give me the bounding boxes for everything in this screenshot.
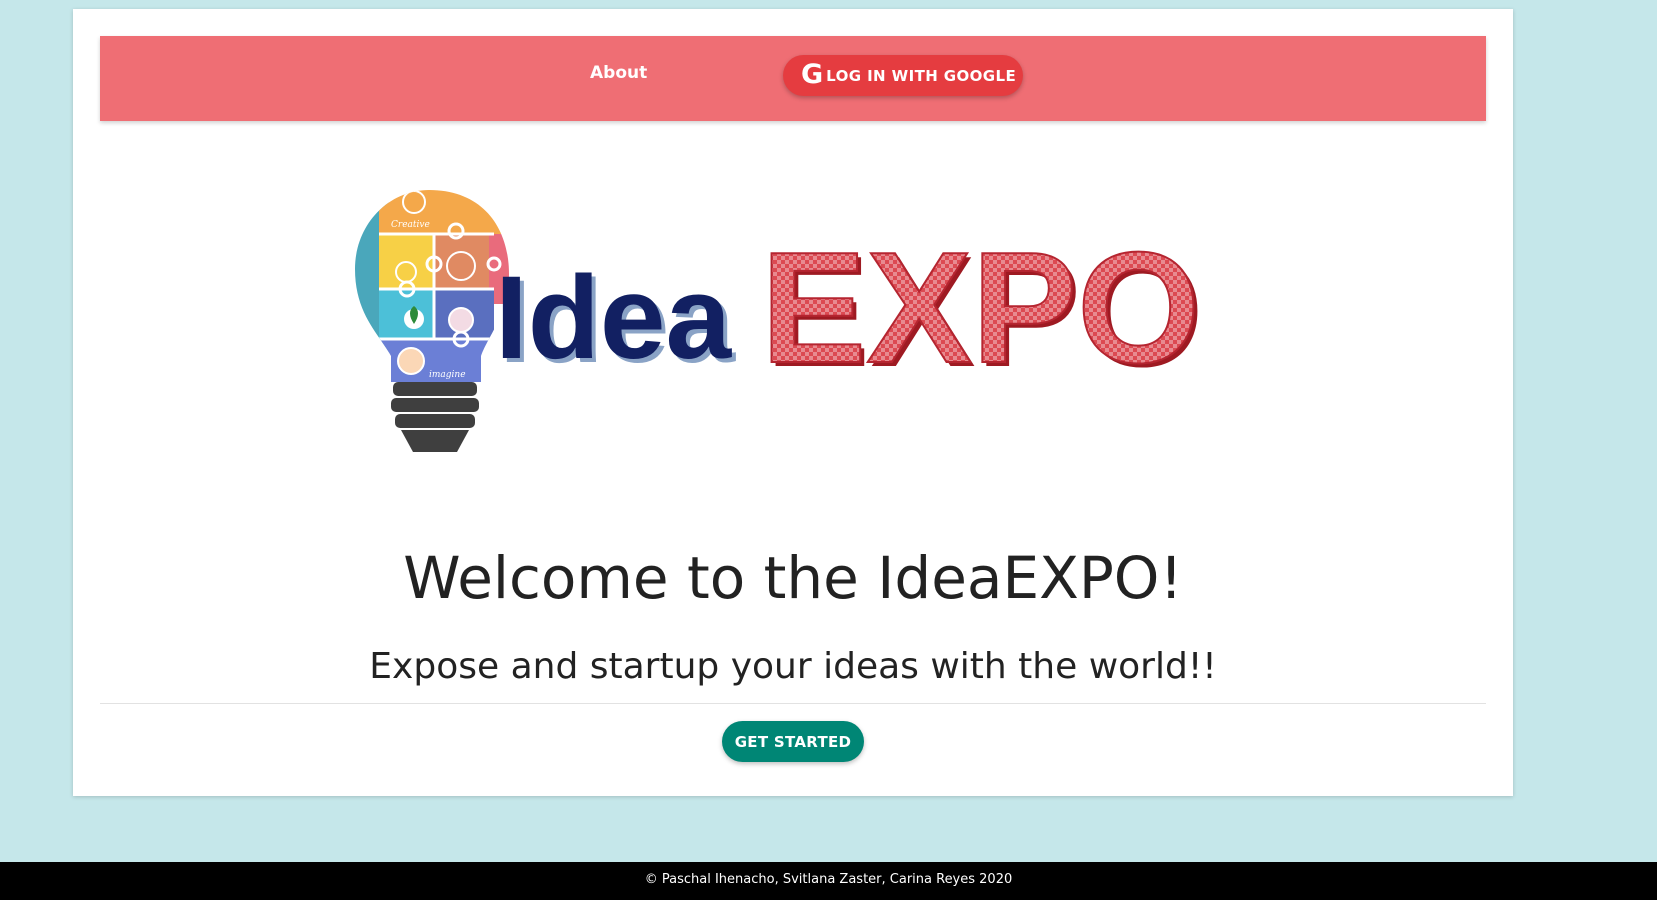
bulb-label-imagine: imagine xyxy=(429,370,466,380)
welcome-subtitle: Expose and startup your ideas with the w… xyxy=(369,646,1217,687)
main-card: About G LOG IN WITH GOOGLE Creative imag… xyxy=(73,9,1513,796)
top-navbar: About G LOG IN WITH GOOGLE xyxy=(100,36,1486,121)
welcome-title: Welcome to the IdeaEXPO! xyxy=(403,544,1183,612)
google-login-button[interactable]: G LOG IN WITH GOOGLE xyxy=(783,55,1023,96)
divider xyxy=(100,703,1486,704)
bulb-label-creative: Creative xyxy=(391,220,430,230)
logo-idea-text: Idea xyxy=(495,252,732,384)
google-icon: G xyxy=(801,59,824,90)
google-login-label: LOG IN WITH GOOGLE xyxy=(826,66,1017,85)
ideaexpo-logo: Creative imagine Idea Idea EXPO EXPO xyxy=(349,184,1229,484)
about-link[interactable]: About xyxy=(590,63,647,83)
logo-expo-text: EXPO xyxy=(761,220,1200,396)
footer: © Paschal Ihenacho, Svitlana Zaster, Car… xyxy=(0,862,1657,900)
logo-graphic: Creative imagine Idea Idea EXPO EXPO xyxy=(355,190,1204,452)
get-started-button[interactable]: GET STARTED xyxy=(722,721,864,762)
lightbulb-icon: Creative imagine xyxy=(355,190,509,452)
footer-copyright: © Paschal Ihenacho, Svitlana Zaster, Car… xyxy=(644,872,1013,887)
